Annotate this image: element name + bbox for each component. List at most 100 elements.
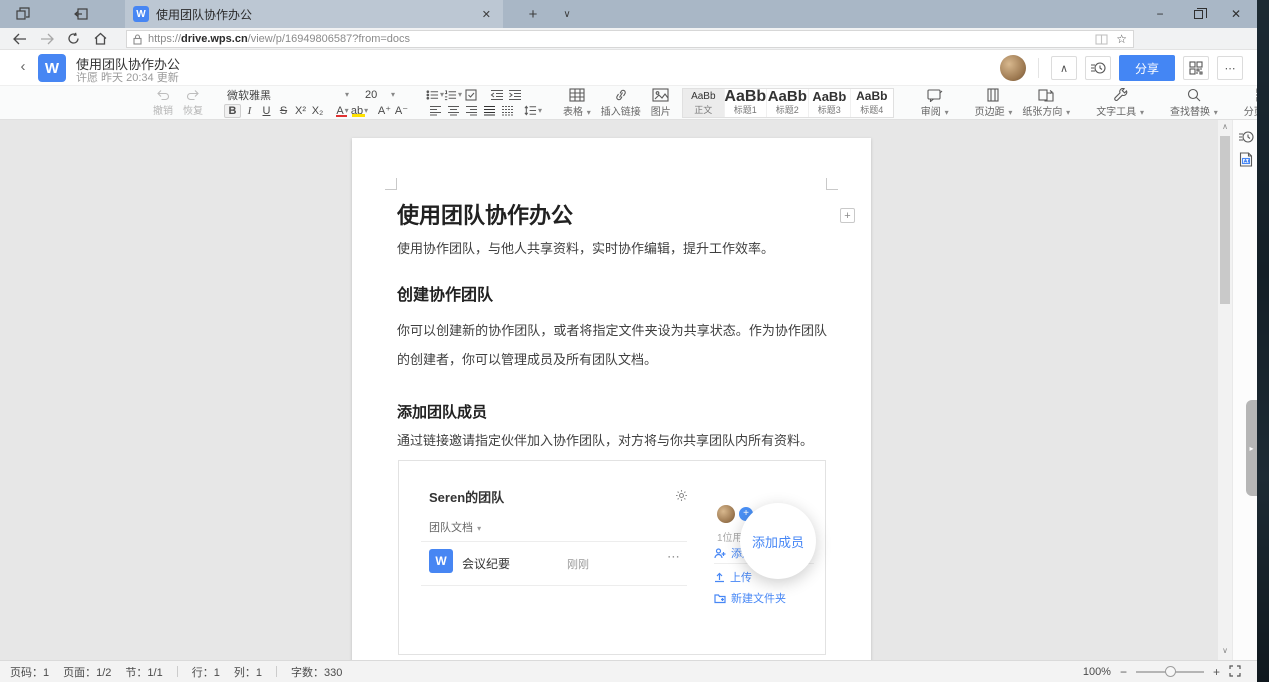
zoom-slider-handle[interactable] xyxy=(1165,666,1176,677)
numbered-list-button[interactable]: ▾ xyxy=(444,88,462,102)
minimize-button[interactable]: − xyxy=(1141,0,1179,28)
close-button[interactable]: ✕ xyxy=(1217,0,1255,28)
reading-view-icon[interactable] xyxy=(1095,34,1108,45)
doc-meta: 许愿 昨天 20:34 更新 xyxy=(76,69,179,85)
shrink-font-button[interactable]: A⁻ xyxy=(393,104,410,118)
redo-button[interactable]: 恢复 xyxy=(183,88,203,117)
superscript-button[interactable]: X² xyxy=(292,104,309,118)
restore-button[interactable] xyxy=(1179,0,1217,28)
section1-heading[interactable]: 创建协作团队 xyxy=(397,281,493,305)
document-page[interactable]: 使用团队协作办公 + 使用协作团队，与他人共享资料，实时协作编辑，提升工作效率。… xyxy=(352,138,871,660)
browser-chrome: https://drive.wps.cn/view/p/16949806587?… xyxy=(0,28,1269,50)
font-color-swatch xyxy=(336,115,347,117)
panel-pull-tab[interactable]: ▸ xyxy=(1246,400,1257,496)
distribute-button[interactable] xyxy=(498,104,516,118)
style-heading3[interactable]: AaBb标题3 xyxy=(809,89,851,117)
document-title[interactable]: 使用团队协作办公 xyxy=(397,198,573,230)
browser-titlebar: W 使用团队协作办公 ✕ + ∨ − ✕ xyxy=(0,0,1269,28)
translate-panel-icon[interactable] xyxy=(1233,148,1258,170)
style-heading2[interactable]: AaBb标题2 xyxy=(767,89,809,117)
qr-code-button[interactable] xyxy=(1183,56,1209,80)
status-separator xyxy=(276,666,277,677)
collapse-toolbar-button[interactable]: ∧ xyxy=(1051,56,1077,80)
favorite-star-icon[interactable]: ☆ xyxy=(1116,32,1127,46)
zoom-value: 100% xyxy=(1083,666,1111,678)
strikethrough-button[interactable]: S xyxy=(275,104,292,118)
document-canvas[interactable]: 使用团队协作办公 + 使用协作团队，与他人共享资料，实时协作编辑，提升工作效率。… xyxy=(0,120,1218,660)
font-color-button[interactable]: A▾ xyxy=(334,104,351,118)
section1-body[interactable]: 你可以创建新的协作团队，或者将指定文件夹设为共享状态。作为协作团队的创建者，你可… xyxy=(397,316,827,374)
wps-toolbar: 撤销 恢复 微软雅黑▾ 20▾ B I U S X² X₂ A▾ ab▾ xyxy=(0,86,1257,120)
decrease-indent-button[interactable] xyxy=(488,88,506,102)
tab-list-button[interactable]: ∨ xyxy=(552,0,582,28)
refresh-icon[interactable] xyxy=(60,28,87,50)
share-button[interactable]: 分享 xyxy=(1119,55,1175,81)
file-time: 刚刚 xyxy=(567,556,589,572)
section2-body[interactable]: 通过链接邀请指定伙伴加入协作团队，对方将与你共享团队内所有资料。 xyxy=(397,430,827,452)
insert-image-button[interactable]: 图片 xyxy=(651,88,671,118)
doc-back-button[interactable]: ‹ xyxy=(14,58,32,75)
style-normal[interactable]: AaBb正文 xyxy=(683,89,725,117)
undo-button[interactable]: 撤销 xyxy=(153,88,173,117)
card-divider xyxy=(421,541,687,542)
history-panel-icon[interactable] xyxy=(1233,126,1258,148)
browser-tab[interactable]: W 使用团队协作办公 ✕ xyxy=(125,0,503,28)
upload-icon xyxy=(714,572,725,583)
align-center-button[interactable] xyxy=(444,104,462,118)
increase-indent-button[interactable] xyxy=(506,88,524,102)
document-scrollbar[interactable]: ∧ ∨ xyxy=(1218,120,1232,660)
chevron-down-icon: ▾ xyxy=(391,90,395,99)
set-aside-tabs-icon[interactable] xyxy=(8,0,38,28)
table-button[interactable]: 表格 ▾ xyxy=(563,88,591,118)
address-bar[interactable]: https://drive.wps.cn/view/p/16949806587?… xyxy=(126,30,1134,48)
forward-icon[interactable] xyxy=(33,28,60,50)
browser-window: W 使用团队协作办公 ✕ + ∨ − ✕ https://drive.wps.c… xyxy=(0,0,1269,682)
new-tab-button[interactable]: + xyxy=(518,0,548,28)
add-comment-button[interactable]: + xyxy=(840,208,855,223)
grow-font-button[interactable]: A⁺ xyxy=(376,104,393,118)
style-heading1[interactable]: AaBb标题1 xyxy=(725,89,767,117)
style-heading4[interactable]: AaBb标题4 xyxy=(851,89,893,117)
highlight-color-button[interactable]: ab▾ xyxy=(351,104,368,118)
text-tools-button[interactable]: 文字工具 ▾ xyxy=(1096,88,1144,118)
bullet-list-button[interactable]: ▾ xyxy=(426,88,444,102)
tab-close-icon[interactable]: ✕ xyxy=(478,8,495,21)
user-avatar[interactable] xyxy=(1000,55,1026,81)
font-family-select[interactable]: 微软雅黑▾ xyxy=(224,87,352,103)
review-button[interactable]: 审阅 ▾ xyxy=(921,88,949,118)
zoom-out-button[interactable]: − xyxy=(1120,665,1127,679)
insert-link-button[interactable]: 插入链接 xyxy=(601,88,641,118)
find-replace-button[interactable]: 查找替换 ▾ xyxy=(1170,88,1218,118)
line-spacing-button[interactable]: ▾ xyxy=(524,104,542,118)
underline-button[interactable]: U xyxy=(258,104,275,118)
new-folder-icon xyxy=(714,593,726,604)
align-right-button[interactable] xyxy=(462,104,480,118)
align-left-button[interactable] xyxy=(426,104,444,118)
bold-button[interactable]: B xyxy=(224,104,241,118)
checklist-button[interactable] xyxy=(462,88,480,102)
section2-heading[interactable]: 添加团队成员 xyxy=(397,401,487,422)
font-size-select[interactable]: 20▾ xyxy=(362,89,398,101)
desktop-background-strip xyxy=(1257,0,1269,682)
back-icon[interactable] xyxy=(6,28,33,50)
align-justify-button[interactable] xyxy=(480,104,498,118)
home-icon[interactable] xyxy=(87,28,114,50)
history-button[interactable] xyxy=(1085,56,1111,80)
page-orientation-button[interactable]: 纸张方向 ▾ xyxy=(1022,88,1070,118)
file-more-icon: ⋯ xyxy=(667,549,681,565)
subscript-button[interactable]: X₂ xyxy=(309,104,326,118)
zoom-slider[interactable] xyxy=(1136,671,1204,673)
team-screenshot-card: Seren的团队 团队文档 ▾ W 会议纪要 刚刚 ⋯ + 1位用户 添加 xyxy=(398,460,826,655)
fullscreen-icon[interactable] xyxy=(1229,665,1241,680)
restore-tabs-icon[interactable] xyxy=(66,0,96,28)
status-section: 节：1/1 xyxy=(125,664,162,680)
chevron-down-icon: ▾ xyxy=(345,90,349,99)
page-margins-button[interactable]: 页边距 ▾ xyxy=(975,88,1013,118)
italic-button[interactable]: I xyxy=(241,104,258,118)
scrollbar-thumb[interactable] xyxy=(1220,136,1230,304)
zoom-in-button[interactable]: + xyxy=(1213,665,1220,679)
document-intro[interactable]: 使用协作团队，与他人共享资料，实时协作编辑，提升工作效率。 xyxy=(397,238,827,260)
scroll-up-icon[interactable]: ∧ xyxy=(1218,122,1232,134)
scroll-down-icon[interactable]: ∨ xyxy=(1218,646,1232,658)
more-menu-button[interactable]: ⋯ xyxy=(1217,56,1243,80)
